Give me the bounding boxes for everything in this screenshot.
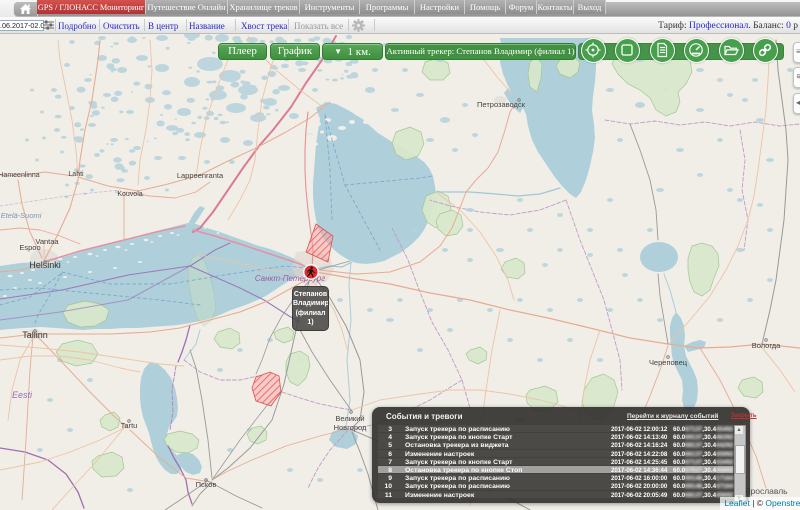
svg-text:Вологда: Вологда [752,341,781,350]
svg-text:Hameenlinna: Hameenlinna [0,172,40,179]
svg-text:Череповец: Череповец [649,358,688,367]
svg-text:Ярославль: Ярославль [744,486,788,496]
svg-text:Tallinn: Tallinn [22,330,48,340]
svg-text:Etelä-Suomi: Etelä-Suomi [1,211,42,220]
svg-text:Vantaa: Vantaa [35,237,59,246]
svg-text:Новгород: Новгород [334,423,367,432]
svg-text:Lahti: Lahti [68,171,84,178]
svg-text:Kouvola: Kouvola [117,191,142,198]
svg-text:Lappeenranta: Lappeenranta [177,171,224,180]
svg-text:Eesti: Eesti [12,390,33,400]
svg-text:Helsinki: Helsinki [29,260,61,270]
svg-text:Великий: Великий [335,414,364,423]
